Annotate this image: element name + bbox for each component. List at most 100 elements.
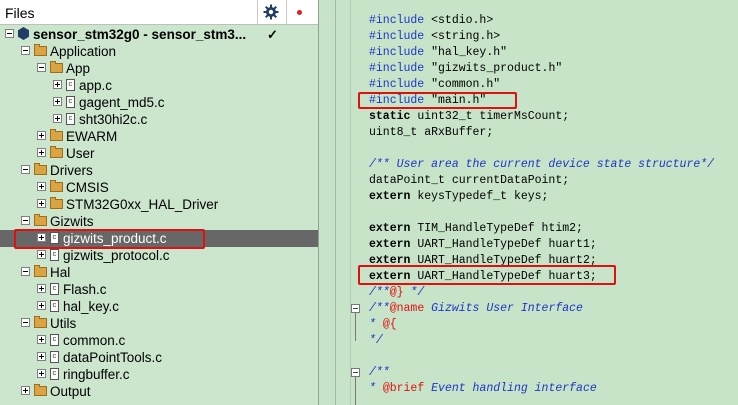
code-line: */	[369, 333, 383, 349]
code-line: #include "gizwits_product.h"	[369, 61, 562, 77]
highlight-box-gizwits-product	[14, 229, 205, 249]
checkmark-icon: ✓	[267, 27, 278, 42]
files-panel-header: Files	[0, 0, 318, 25]
code-token: uint8_t aRxBuffer;	[369, 126, 494, 139]
code-token: keysTypedef_t keys;	[410, 190, 549, 203]
expand-icon[interactable]	[21, 386, 30, 395]
tree-folder[interactable]: Drivers	[0, 162, 318, 179]
c-file-icon: c	[50, 351, 59, 363]
expand-icon[interactable]	[37, 148, 46, 157]
tree-item-label: CMSIS	[66, 180, 109, 195]
code-token: /** User area the current device state s…	[369, 158, 715, 171]
tree-item-label: ringbuffer.c	[63, 367, 130, 382]
tree-item-label: Hal	[50, 265, 71, 280]
folder-icon	[50, 180, 63, 192]
expand-icon[interactable]	[37, 131, 46, 140]
tree-item-label: gizwits_protocol.c	[63, 248, 170, 263]
tree-file[interactable]: c hal_key.c	[0, 298, 318, 315]
code-line: /**	[369, 365, 390, 381]
tree-folder[interactable]: Hal	[0, 264, 318, 281]
expand-icon[interactable]	[37, 182, 46, 191]
fold-line	[355, 377, 356, 405]
tree-file[interactable]: c app.c	[0, 77, 318, 94]
tree-item-label: App	[66, 61, 91, 76]
expand-icon[interactable]	[37, 199, 46, 208]
files-panel-title: Files	[5, 5, 35, 21]
code-line: dataPoint_t currentDataPoint;	[369, 173, 569, 189]
tree-item-label: hal_key.c	[63, 299, 120, 314]
c-file-icon: c	[50, 283, 59, 295]
tree-file[interactable]: c Flash.c	[0, 281, 318, 298]
fold-toggle-icon[interactable]	[351, 368, 360, 377]
files-panel: Files sensor_stm32g0 - sensor_stm3... ✓ Ap…	[0, 0, 319, 405]
tree-folder[interactable]: Gizwits	[0, 213, 318, 230]
code-line: /**@name Gizwits User Interface	[369, 301, 583, 317]
tree-item-label: Flash.c	[63, 282, 107, 297]
tree-item-label: EWARM	[66, 129, 118, 144]
code-token: */	[403, 286, 425, 299]
folder-icon	[34, 384, 47, 396]
expand-icon[interactable]	[37, 284, 46, 293]
fold-margin-divider	[350, 0, 351, 405]
tree-item-label: Utils	[50, 316, 77, 331]
tree-root[interactable]: sensor_stm32g0 - sensor_stm3... ✓	[0, 26, 318, 43]
collapse-icon[interactable]	[37, 63, 46, 72]
red-dot-icon[interactable]	[297, 10, 302, 15]
gear-icon[interactable]	[263, 4, 279, 20]
collapse-icon[interactable]	[21, 46, 30, 55]
expand-icon[interactable]	[37, 301, 46, 310]
collapse-icon[interactable]	[5, 29, 14, 38]
highlight-box-include-main	[358, 92, 517, 109]
tree-folder[interactable]: Application	[0, 43, 318, 60]
code-token: extern	[369, 190, 411, 203]
code-line: #include "hal_key.h"	[369, 45, 507, 61]
code-token: Event handling interface	[424, 382, 597, 395]
folder-icon	[34, 265, 47, 277]
expand-icon[interactable]	[37, 335, 46, 344]
tree-item-label: sensor_stm32g0 - sensor_stm3...	[33, 27, 247, 42]
expand-icon[interactable]	[37, 369, 46, 378]
tree-file[interactable]: c sht30hi2c.c	[0, 111, 318, 128]
tree-file[interactable]: c ringbuffer.c	[0, 366, 318, 383]
tree-item-label: sht30hi2c.c	[79, 112, 148, 127]
collapse-icon[interactable]	[21, 267, 30, 276]
code-token: /**	[369, 286, 390, 299]
expand-icon[interactable]	[53, 97, 62, 106]
code-line: extern UART_HandleTypeDef huart1;	[369, 237, 597, 253]
tree-file[interactable]: c gagent_md5.c	[0, 94, 318, 111]
tree-file[interactable]: c dataPointTools.c	[0, 349, 318, 366]
code-editor[interactable]: #include <stdio.h> #include <string.h> #in…	[319, 0, 738, 405]
expand-icon[interactable]	[53, 80, 62, 89]
folder-icon	[34, 214, 47, 226]
collapse-icon[interactable]	[21, 165, 30, 174]
expand-icon[interactable]	[37, 352, 46, 361]
tree-folder[interactable]: CMSIS	[0, 179, 318, 196]
tree-file[interactable]: c gizwits_protocol.c	[0, 247, 318, 264]
code-token: @brief	[382, 382, 425, 395]
folder-icon	[34, 44, 47, 56]
tree-folder[interactable]: STM32G0xx_HAL_Driver	[0, 196, 318, 213]
tree-item-label: dataPointTools.c	[63, 350, 163, 365]
tree-item-label: Drivers	[50, 163, 93, 178]
tree-folder[interactable]: User	[0, 145, 318, 162]
fold-toggle-icon[interactable]	[351, 304, 360, 313]
tree-folder[interactable]: EWARM	[0, 128, 318, 145]
code-token: extern	[369, 238, 411, 251]
code-token: @{	[382, 318, 397, 331]
tree-folder[interactable]: Output	[0, 383, 318, 400]
code-token: */	[369, 334, 383, 347]
code-line: extern keysTypedef_t keys;	[369, 189, 548, 205]
expand-icon[interactable]	[37, 250, 46, 259]
code-line: #include "common.h"	[369, 77, 500, 93]
collapse-icon[interactable]	[21, 318, 30, 327]
tree-folder[interactable]: App	[0, 60, 318, 77]
code-line: uint8_t aRxBuffer;	[369, 125, 493, 141]
code-token: #include	[369, 46, 425, 59]
expand-icon[interactable]	[53, 114, 62, 123]
tree-folder[interactable]: Utils	[0, 315, 318, 332]
collapse-icon[interactable]	[21, 216, 30, 225]
code-line: static uint32_t timerMsCount;	[369, 109, 569, 125]
tree-file[interactable]: c common.c	[0, 332, 318, 349]
gutter-divider	[335, 0, 336, 405]
tree-item-label: User	[66, 146, 95, 161]
